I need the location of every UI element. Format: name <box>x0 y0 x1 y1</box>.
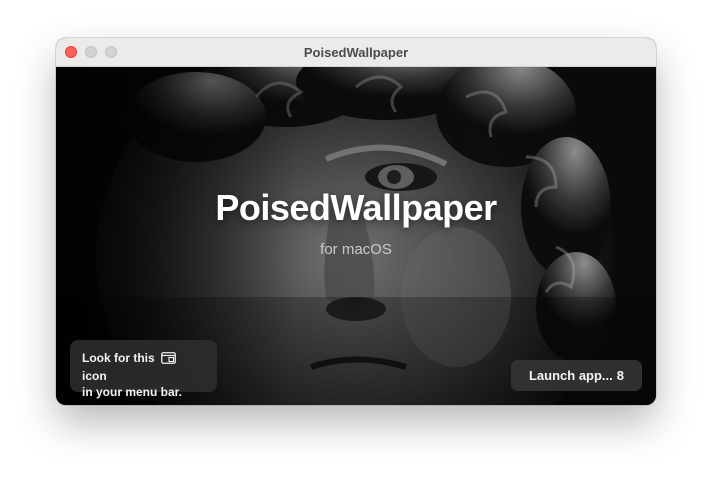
hint-text-start: Look for this <box>82 351 155 365</box>
minimize-button[interactable] <box>85 46 97 58</box>
traffic-lights <box>65 46 117 58</box>
launch-app-button[interactable]: Launch app... 8 <box>511 360 642 391</box>
app-window: PoisedWallpaper PoisedWallpaper for macO… <box>56 38 656 405</box>
platform-subtitle: for macOS <box>320 241 392 258</box>
title-bar[interactable]: PoisedWallpaper <box>56 38 656 67</box>
menu-bar-window-icon <box>161 352 176 368</box>
app-name-heading: PoisedWallpaper <box>215 187 497 228</box>
menu-bar-hint: Look for this icon in your menu bar. <box>70 340 217 399</box>
hero: PoisedWallpaper for macOS <box>56 187 656 258</box>
welcome-content: PoisedWallpaper for macOS Look for this … <box>56 67 656 405</box>
close-button[interactable] <box>65 46 77 58</box>
launch-label: Launch app... <box>528 368 613 383</box>
hint-text-line2: in your menu bar. <box>82 385 183 399</box>
window-title: PoisedWallpaper <box>303 44 409 60</box>
zoom-button[interactable] <box>105 46 117 58</box>
launch-countdown: 8 <box>616 368 625 383</box>
hint-text-end: icon <box>82 369 107 383</box>
